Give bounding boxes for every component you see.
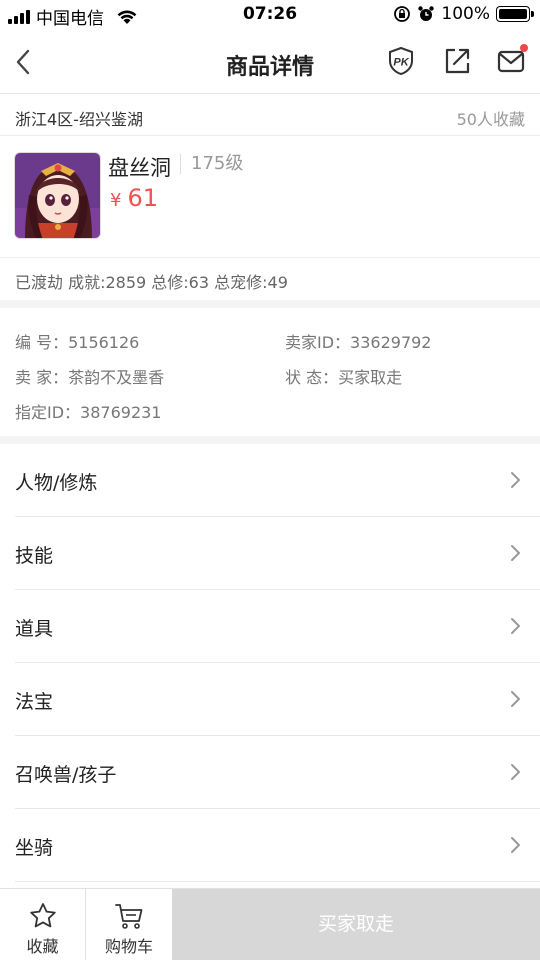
menu-item-label: 技能 — [15, 545, 54, 567]
detail-menu: 人物/修炼 技能 道具 法宝 召唤兽/孩子 坐骑 — [0, 444, 540, 882]
chevron-right-icon — [511, 764, 520, 780]
share-icon[interactable] — [442, 46, 472, 76]
section-divider — [0, 300, 540, 308]
assigned-id: 指定ID：38769231 — [15, 403, 162, 422]
menu-item-label: 人物/修炼 — [15, 472, 98, 494]
favorite-label: 收藏 — [26, 937, 59, 956]
menu-item-label: 召唤兽/孩子 — [15, 764, 117, 786]
character-portrait-icon — [15, 153, 100, 238]
svg-text:PK: PK — [393, 57, 409, 69]
battery-percent: 100% — [441, 4, 490, 24]
character-avatar[interactable] — [14, 152, 101, 239]
product-summary: 盘丝洞 175级 ¥61 — [0, 136, 540, 258]
chevron-right-icon — [511, 618, 520, 634]
character-name: 盘丝洞 — [108, 156, 171, 180]
status-bar: 中国电信 07:26 100% — [0, 0, 540, 30]
favorite-count: 50人收藏 — [456, 110, 525, 129]
price-value: 61 — [127, 184, 158, 212]
pk-icon[interactable]: PK — [386, 46, 416, 76]
menu-item-items[interactable]: 道具 — [15, 590, 540, 663]
menu-item-treasures[interactable]: 法宝 — [15, 663, 540, 736]
chevron-right-icon — [511, 837, 520, 853]
menu-item-mounts[interactable]: 坐骑 — [15, 809, 540, 882]
server-name: 浙江4区-绍兴鉴湖 — [15, 110, 143, 129]
notification-dot — [520, 44, 528, 52]
cart-button[interactable]: 购物车 — [86, 889, 172, 960]
nav-bar: 商品详情 PK — [0, 30, 540, 94]
rotation-lock-icon — [394, 6, 411, 22]
buyer-taken-button[interactable]: 买家取走 — [172, 889, 540, 960]
bottom-action-bar: 收藏 购物车 买家取走 — [0, 888, 540, 960]
currency-symbol: ¥ — [110, 190, 122, 211]
menu-item-label: 道具 — [15, 618, 54, 640]
chevron-right-icon — [511, 472, 520, 488]
character-stats: 已渡劫 成就:2859 总修:63 总宠修:49 — [15, 273, 288, 292]
cart-icon — [115, 904, 143, 929]
menu-item-pets[interactable]: 召唤兽/孩子 — [15, 736, 540, 809]
server-row: 浙江4区-绍兴鉴湖 50人收藏 — [0, 94, 540, 136]
serial-number: 编 号：5156126 — [15, 333, 140, 352]
favorite-button[interactable]: 收藏 — [0, 889, 86, 960]
seller-id: 卖家ID：33629792 — [285, 333, 432, 352]
stats-row: 已渡劫 成就:2859 总修:63 总宠修:49 — [0, 258, 540, 300]
star-icon — [29, 903, 56, 928]
menu-item-label: 坐骑 — [15, 837, 54, 859]
price: ¥61 — [110, 184, 158, 212]
chevron-right-icon — [511, 691, 520, 707]
battery-icon — [496, 6, 534, 22]
listing-status: 状 态：买家取走 — [285, 368, 403, 387]
listing-info: 编 号：5156126 卖家ID：33629792 卖 家：茶韵不及墨香 状 态… — [0, 308, 540, 436]
section-divider — [0, 436, 540, 444]
seller-name: 卖 家：茶韵不及墨香 — [15, 368, 165, 387]
menu-item-label: 法宝 — [15, 691, 54, 713]
alarm-icon — [418, 6, 435, 21]
cart-label: 购物车 — [104, 937, 153, 956]
chevron-right-icon — [511, 545, 520, 561]
menu-item-character[interactable]: 人物/修炼 — [15, 444, 540, 517]
menu-item-skills[interactable]: 技能 — [15, 517, 540, 590]
status-right: 100% — [393, 4, 534, 24]
character-level: 175级 — [180, 154, 243, 174]
